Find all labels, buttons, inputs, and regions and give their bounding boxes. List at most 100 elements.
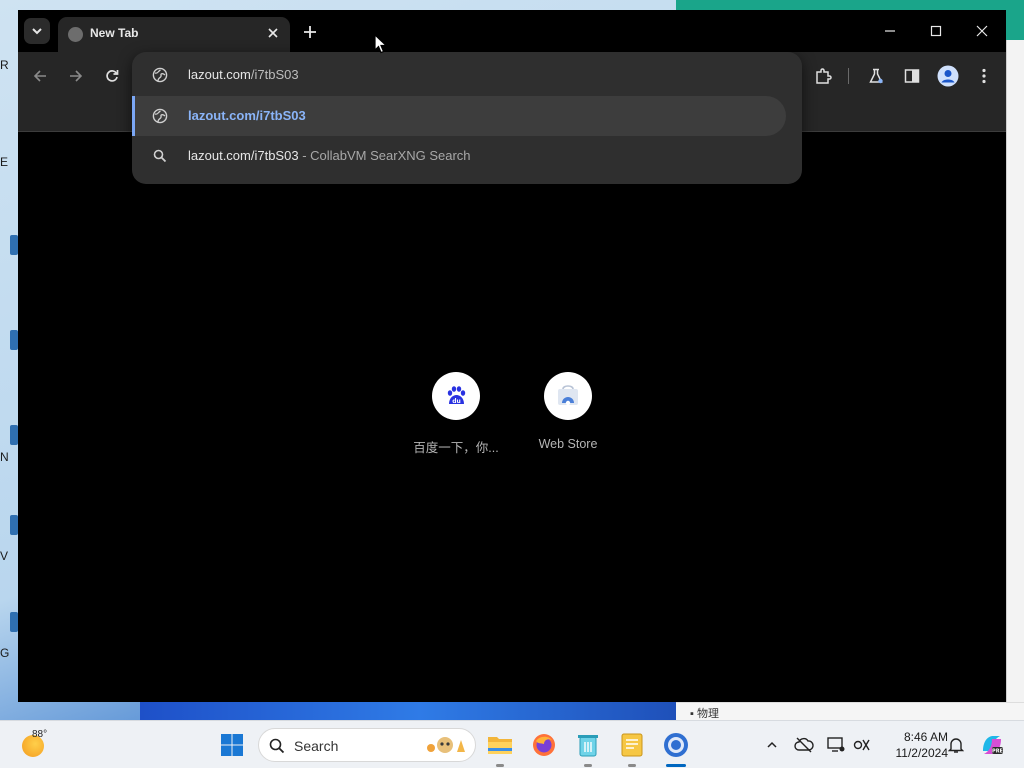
globe-icon bbox=[152, 108, 168, 124]
weather-widget[interactable]: 88° bbox=[20, 729, 60, 761]
web-store-icon bbox=[558, 385, 578, 406]
shortcut-icon-tile bbox=[544, 372, 592, 420]
search-placeholder: Search bbox=[294, 738, 339, 754]
address-text[interactable]: lazout.com/i7tbS03 bbox=[188, 67, 299, 82]
system-clock[interactable]: 8:46 AM 11/2/2024 bbox=[878, 729, 949, 761]
running-indicator bbox=[496, 764, 504, 767]
file-explorer-icon bbox=[488, 737, 512, 754]
onedrive-tray[interactable] bbox=[794, 735, 814, 755]
address-bar[interactable]: lazout.com/i7tbS03 bbox=[132, 60, 802, 90]
plus-icon bbox=[304, 26, 316, 38]
network-tray[interactable] bbox=[852, 735, 872, 755]
search-icon bbox=[269, 738, 285, 754]
title-bar: New Tab bbox=[18, 10, 1006, 52]
address-path: /i7tbS03 bbox=[250, 67, 299, 82]
labs-flask-icon bbox=[869, 68, 883, 84]
desktop-icon[interactable] bbox=[10, 515, 18, 535]
desktop-icon[interactable] bbox=[10, 235, 18, 255]
profile-avatar-icon bbox=[937, 65, 959, 87]
extensions-button[interactable] bbox=[811, 64, 835, 88]
mouse-cursor-icon bbox=[374, 34, 388, 54]
running-indicator bbox=[628, 764, 636, 767]
clock-date: 11/2/2024 bbox=[895, 746, 949, 760]
svg-text:PRE: PRE bbox=[992, 749, 1004, 755]
search-icon bbox=[153, 149, 167, 163]
desktop-icon[interactable] bbox=[10, 612, 18, 632]
more-vert-icon bbox=[982, 68, 986, 84]
show-hidden-icons-button[interactable] bbox=[762, 735, 782, 755]
desktop-icon-label[interactable]: G bbox=[0, 646, 18, 660]
notifications-button[interactable] bbox=[946, 735, 966, 755]
side-panel-button[interactable] bbox=[900, 64, 924, 88]
desktop-icon[interactable] bbox=[10, 330, 18, 350]
desktop-icon-label[interactable]: V bbox=[0, 549, 18, 563]
shortcut-web-store[interactable]: Web Store bbox=[518, 372, 618, 462]
close-window-button[interactable] bbox=[962, 18, 1002, 44]
shortcut-label: Web Store bbox=[538, 437, 598, 451]
cloud-offline-icon bbox=[794, 737, 814, 753]
suggestion-search[interactable]: lazout.com/i7tbS03 - CollabVM SearXNG Se… bbox=[132, 136, 786, 176]
tab-title: New Tab bbox=[90, 26, 139, 40]
forward-arrow-icon bbox=[70, 70, 83, 82]
browser-window: New Tab lazout.com/i7tbS03 lazout.com/i7… bbox=[18, 10, 1006, 702]
search-highlight-icon bbox=[427, 737, 465, 753]
desktop-icon-label[interactable]: R bbox=[0, 58, 18, 72]
taskbar-search[interactable]: Search bbox=[258, 728, 476, 762]
new-tab-button[interactable] bbox=[298, 20, 322, 44]
clock-time: 8:46 AM bbox=[903, 730, 948, 744]
reload-button[interactable] bbox=[100, 64, 124, 88]
network-icon bbox=[853, 739, 870, 751]
close-icon bbox=[976, 25, 988, 37]
desktop-icon-label[interactable]: N bbox=[0, 450, 18, 464]
suggestion-text: lazout.com/i7tbS03 bbox=[188, 148, 299, 163]
taskbar-chrome[interactable] bbox=[662, 731, 690, 767]
extensions-icon bbox=[816, 68, 832, 84]
shortcut-icon-tile: du bbox=[432, 372, 480, 420]
address-host: lazout.com bbox=[188, 67, 251, 82]
desktop-icon[interactable] bbox=[10, 425, 18, 445]
copilot-button[interactable]: PRE bbox=[980, 733, 1004, 757]
taskbar-recycle-bin[interactable] bbox=[574, 731, 602, 767]
suggestion-description: CollabVM SearXNG Search bbox=[310, 148, 471, 163]
display-icon bbox=[827, 737, 845, 752]
copilot-icon: PRE bbox=[983, 736, 1004, 755]
back-button[interactable] bbox=[28, 64, 52, 88]
labs-button[interactable] bbox=[864, 64, 888, 88]
more-menu-button[interactable] bbox=[972, 64, 996, 88]
shortcut-label: 百度一下，你... bbox=[413, 441, 499, 455]
profile-button[interactable] bbox=[936, 64, 960, 88]
suggestion-url[interactable]: lazout.com/i7tbS03 bbox=[132, 96, 786, 136]
forward-button[interactable] bbox=[64, 64, 88, 88]
tab-new-tab[interactable]: New Tab bbox=[58, 17, 290, 52]
shortcut-baidu[interactable]: du 百度一下，你... bbox=[406, 372, 506, 462]
taskbar-file-explorer[interactable] bbox=[486, 731, 514, 767]
display-tray[interactable] bbox=[826, 735, 846, 755]
notepad-icon bbox=[621, 733, 643, 757]
globe-icon bbox=[152, 67, 168, 83]
minimize-button[interactable] bbox=[870, 18, 910, 44]
close-icon[interactable] bbox=[264, 24, 282, 42]
recycle-bin-icon bbox=[578, 735, 598, 757]
omnibox-dropdown: lazout.com/i7tbS03 lazout.com/i7tbS03 la… bbox=[132, 52, 802, 184]
chevron-up-icon bbox=[767, 741, 777, 748]
firefox-icon bbox=[533, 734, 555, 756]
bell-icon bbox=[948, 738, 964, 753]
desktop-icon-label[interactable]: E bbox=[0, 155, 18, 169]
side-panel-icon bbox=[904, 69, 920, 83]
weather-temperature: 88° bbox=[32, 729, 48, 740]
taskbar: 88° Search 8:46 AM 11/2/2024 PRE bbox=[0, 720, 1024, 768]
back-arrow-icon bbox=[33, 70, 46, 82]
reload-icon bbox=[106, 70, 119, 82]
selection-indicator bbox=[132, 96, 135, 136]
taskbar-firefox[interactable] bbox=[530, 731, 558, 759]
start-windows-icon[interactable] bbox=[220, 733, 244, 757]
background-window-scrollbar[interactable] bbox=[1006, 40, 1024, 720]
tab-search-button[interactable] bbox=[24, 18, 50, 44]
maximize-button[interactable] bbox=[916, 18, 956, 44]
toolbar-divider bbox=[848, 68, 849, 84]
running-indicator bbox=[584, 764, 592, 767]
suggestion-text: lazout.com/i7tbS03 bbox=[188, 108, 306, 123]
suggestion-separator: - bbox=[298, 148, 311, 163]
taskbar-notepad[interactable] bbox=[618, 731, 646, 767]
baidu-paw-icon: du bbox=[447, 386, 466, 405]
